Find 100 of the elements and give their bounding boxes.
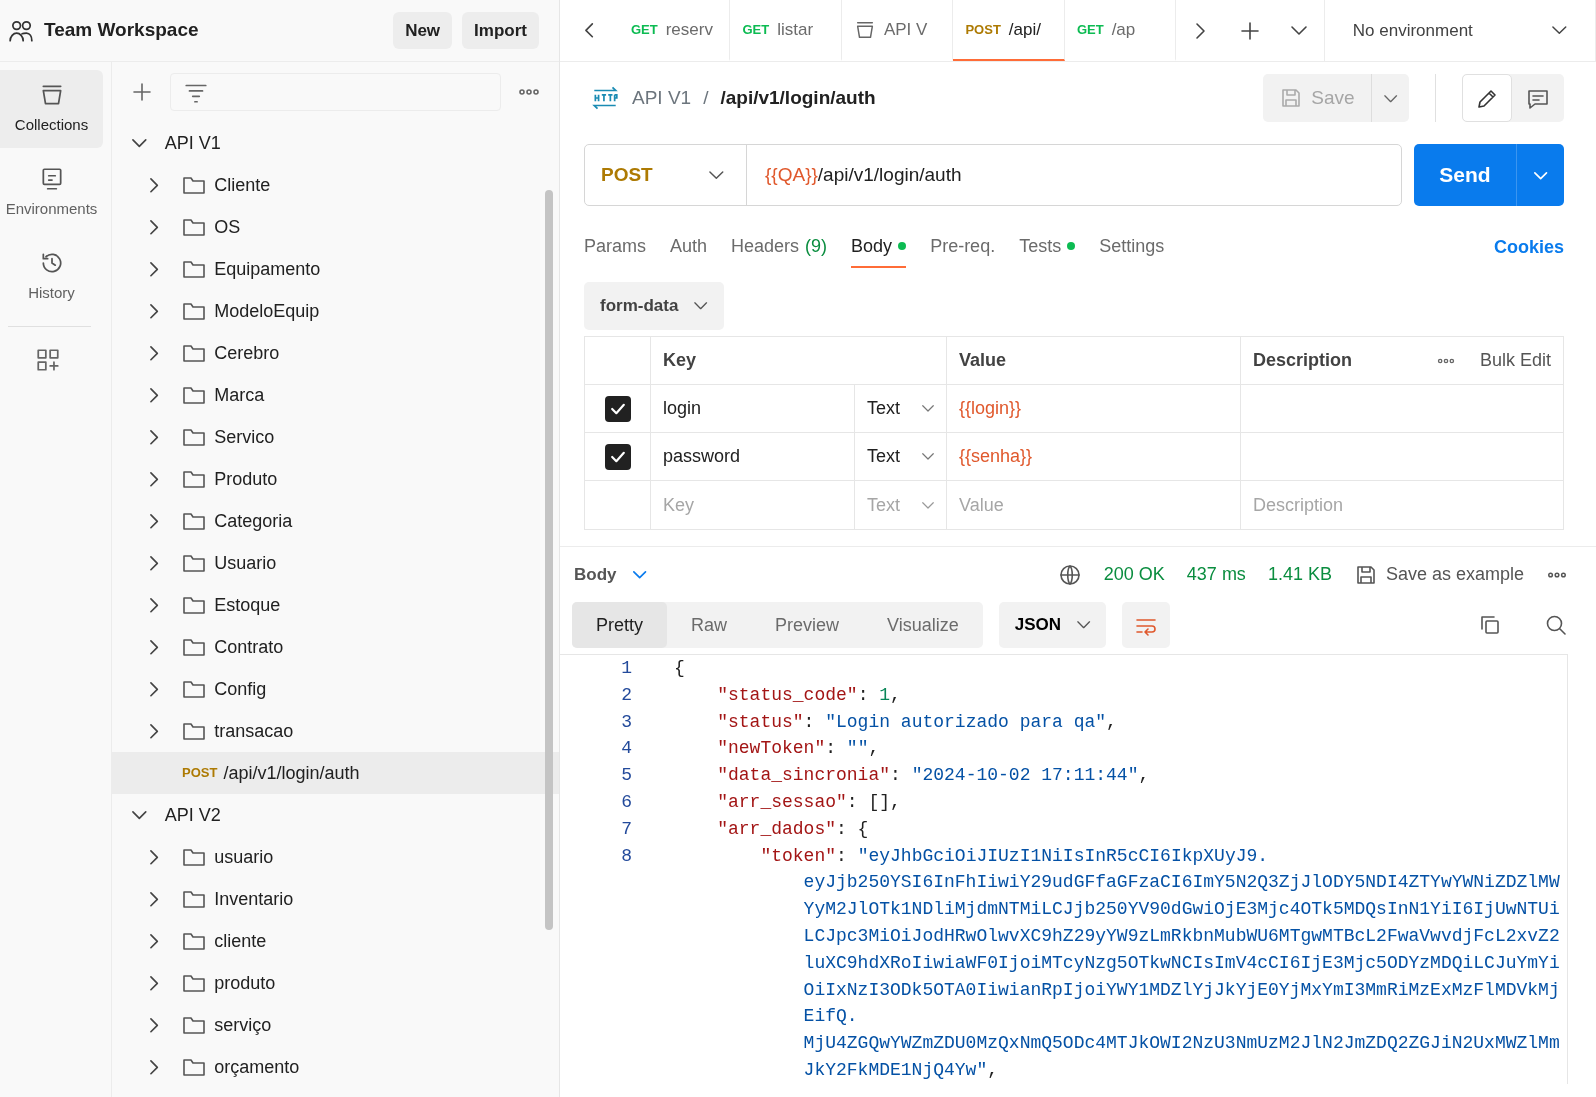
copy-icon[interactable] — [1478, 613, 1502, 637]
folder-item[interactable]: Usuario — [112, 542, 559, 584]
folder-item[interactable]: Contrato — [112, 626, 559, 668]
folder-item[interactable]: produto — [112, 962, 559, 1004]
item-label: Usuario — [214, 551, 277, 575]
folder-item[interactable]: Equipamento — [112, 248, 559, 290]
code-line: "status_code": 1, — [716, 683, 901, 707]
folder-item[interactable]: Cliente — [112, 164, 559, 206]
request-section-tab[interactable]: Tests — [1019, 226, 1076, 268]
collection-name[interactable]: API V1 — [632, 83, 692, 113]
folder-item[interactable]: OS — [112, 206, 559, 248]
request-section-tab[interactable]: Auth — [670, 226, 708, 268]
request-section-tab[interactable]: Params — [584, 226, 646, 268]
value-field[interactable]: {{login}} — [947, 385, 1241, 433]
code-line: LCJpc3MiOiJodHRwOlwvXC9hZ29yYW9zLmRkbnMubWU6MTgwMTBcL2FwaVwvdjFcL2xvZ2 — [802, 924, 1560, 948]
folder-item[interactable]: Marca — [112, 374, 559, 416]
folder-item[interactable]: usuario — [112, 836, 559, 878]
sidebar-tab[interactable]: History — [0, 238, 103, 316]
request-tab[interactable]: GET reserv — [618, 0, 731, 61]
bulk-edit-link[interactable]: Bulk Edit — [1479, 347, 1551, 374]
method-selector[interactable]: POST — [585, 145, 747, 205]
request-item[interactable]: POST /api/v1/login/auth — [112, 752, 559, 794]
column-header: Key — [651, 337, 947, 385]
search-icon[interactable] — [1544, 613, 1568, 637]
method-label: POST — [182, 764, 218, 783]
sidebar-tab[interactable]: Collections — [0, 70, 103, 148]
request-section-tab[interactable]: Headers (9) — [731, 226, 828, 268]
chevron-down-icon — [1552, 26, 1568, 35]
add-apps-icon[interactable] — [34, 347, 61, 373]
folder-item[interactable]: Cerebro — [112, 332, 559, 374]
chevron-down-icon — [1533, 172, 1548, 180]
format-dropdown[interactable]: JSON — [998, 602, 1107, 648]
request-tab[interactable]: POST /api/ — [953, 0, 1065, 61]
collection-item[interactable]: API V1 — [112, 122, 559, 164]
value-field[interactable]: {{senha}} — [947, 433, 1241, 481]
tab-label: listar — [777, 18, 814, 41]
key-field[interactable]: login — [651, 385, 855, 433]
chevron-right-icon — [150, 933, 159, 949]
response-size: 1.41 KB — [1267, 563, 1332, 586]
chevron-right-icon — [150, 177, 159, 193]
request-tab[interactable]: API V — [841, 0, 954, 61]
item-label: serviço — [214, 1013, 272, 1037]
tab-label: reserv — [665, 18, 713, 41]
chevron-down-icon — [709, 170, 724, 180]
chevron-left-icon[interactable] — [585, 23, 594, 38]
checkbox[interactable] — [604, 395, 631, 422]
chevron-right-icon — [150, 429, 159, 445]
edit-button[interactable] — [1462, 74, 1512, 122]
add-icon[interactable] — [130, 80, 154, 104]
chevron-right-icon — [150, 849, 159, 865]
wrap-lines-button[interactable] — [1122, 602, 1171, 648]
chevron-right-icon[interactable] — [1196, 22, 1206, 39]
scrollbar[interactable] — [545, 190, 553, 930]
sidebar-tab[interactable]: Environments — [0, 154, 103, 232]
code-line: EifQ. — [802, 1005, 858, 1029]
folder-item[interactable]: Produto — [112, 458, 559, 500]
filter-field[interactable] — [170, 73, 501, 111]
request-section-tab[interactable]: Body — [851, 226, 907, 268]
folder-item[interactable]: Estoque — [112, 584, 559, 626]
body-type-dropdown[interactable]: form-data — [584, 282, 724, 330]
item-label: Inventario — [214, 887, 294, 911]
item-label: usuario — [214, 845, 274, 869]
code-line: { — [673, 657, 685, 680]
folder-item[interactable]: ModeloEquip — [112, 290, 559, 332]
folder-item[interactable]: transacao — [112, 710, 559, 752]
folder-item[interactable]: serviço — [112, 1004, 559, 1046]
request-tab[interactable]: GET /ap — [1064, 0, 1177, 61]
item-label: Produto — [214, 467, 278, 491]
folder-item[interactable]: Servico — [112, 416, 559, 458]
view-tab[interactable]: Visualize — [863, 602, 983, 648]
item-label: Cliente — [214, 173, 271, 197]
item-label: Marca — [214, 383, 265, 407]
key-field[interactable]: password — [651, 433, 855, 481]
collection-item[interactable]: API V2 — [112, 794, 559, 836]
cookies-link[interactable]: Cookies — [1493, 233, 1564, 261]
environment-selector[interactable]: No environment — [1323, 0, 1596, 61]
view-tab[interactable]: Preview — [751, 602, 864, 648]
method-label: GET — [742, 20, 770, 39]
view-tab[interactable]: Pretty — [572, 602, 667, 648]
request-tab[interactable]: GET listar — [730, 0, 842, 61]
url-field[interactable]: {{QA}}/api/v1/login/auth — [747, 160, 1401, 190]
request-section-tab[interactable]: Pre-req. — [930, 226, 996, 268]
folder-item[interactable]: Inventario — [112, 878, 559, 920]
chevron-down-icon[interactable] — [1291, 26, 1308, 35]
item-label: cliente — [214, 929, 267, 953]
new-button[interactable]: New — [393, 11, 453, 50]
checkbox[interactable] — [604, 443, 631, 470]
line-number: 5 — [620, 764, 632, 788]
request-section-tab[interactable]: Settings — [1099, 226, 1165, 268]
type-dropdown[interactable]: Text — [855, 385, 947, 433]
folder-item[interactable]: cliente — [112, 920, 559, 962]
import-button[interactable]: Import — [462, 11, 539, 50]
view-tab[interactable]: Raw — [667, 602, 752, 648]
folder-item[interactable]: Categoria — [112, 500, 559, 542]
folder-item[interactable]: Config — [112, 668, 559, 710]
type-dropdown[interactable]: Text — [855, 433, 947, 481]
folder-item[interactable]: orçamento — [112, 1046, 559, 1088]
chevron-right-icon — [150, 891, 159, 907]
response-body-dropdown[interactable]: Body — [574, 561, 646, 588]
save-example-button[interactable]: Save as example — [1353, 561, 1524, 588]
